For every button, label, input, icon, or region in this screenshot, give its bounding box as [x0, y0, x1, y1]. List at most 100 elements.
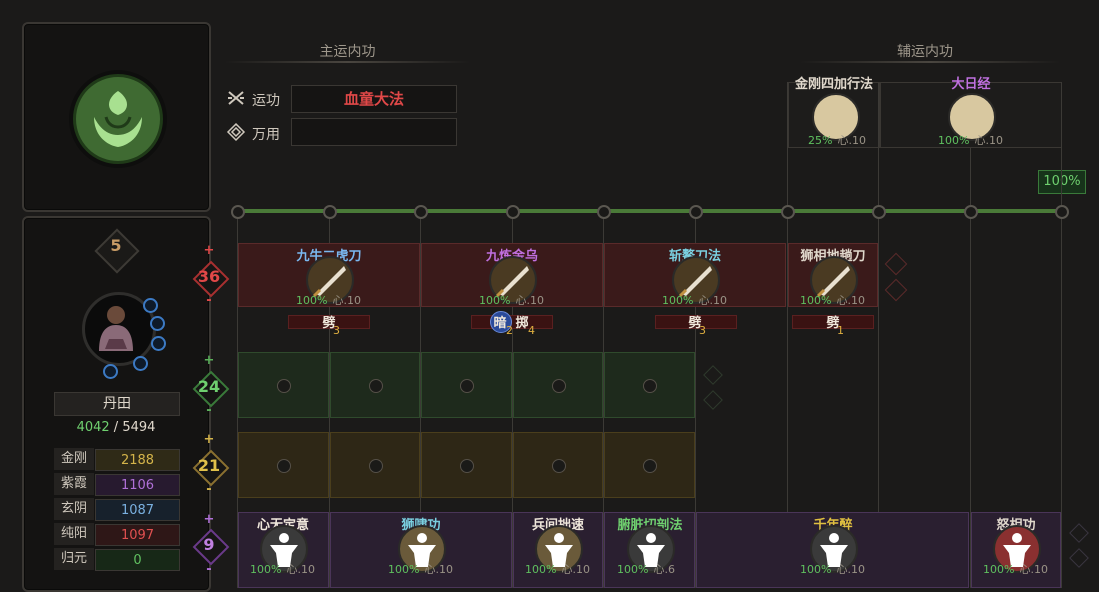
attack-type-count: 3: [333, 324, 340, 337]
main-section-divider: [225, 61, 470, 63]
orb-icon: [133, 356, 148, 371]
stat-row: 紫霞 1106: [54, 473, 180, 496]
dantian-max: 5494: [122, 420, 156, 435]
wanyong-label: 万用: [252, 127, 280, 143]
stat-row: 金刚 2188: [54, 448, 180, 471]
skill-pct: 100%: [296, 294, 328, 307]
purple-minus-button[interactable]: -: [201, 563, 217, 577]
rail-node: [689, 205, 703, 219]
yellow-minus-button[interactable]: -: [201, 483, 217, 497]
attack-type-count: 3: [699, 324, 706, 337]
rail-node: [872, 205, 886, 219]
aux-skill-stats: 100% 心.10: [938, 129, 1003, 148]
green-badge-value: 24: [197, 377, 221, 396]
skill-heart: 心.10: [332, 294, 362, 307]
skill-stats: 100% 心.10: [662, 289, 727, 308]
orb-icon: [143, 298, 158, 313]
purple-plus-button[interactable]: +: [201, 513, 217, 527]
red-plus-button[interactable]: +: [201, 244, 217, 258]
grid-line: [1061, 82, 1062, 588]
empty-slot-dot: [369, 379, 383, 393]
purple-empty-marker-icon: [1069, 523, 1089, 543]
aux-ratio-badge: 100%: [1038, 170, 1086, 194]
wanyong-field[interactable]: [291, 118, 457, 146]
yungong-label: 运功: [252, 93, 280, 109]
skill-stats: 100% 心.10: [983, 558, 1048, 577]
skill-pct: 100%: [617, 563, 649, 576]
rail-node: [506, 205, 520, 219]
stat-value: 1097: [95, 524, 180, 546]
rail-node: [231, 205, 245, 219]
aux-skill-name: 大日经: [951, 77, 991, 92]
rail-node: [597, 205, 611, 219]
skill-heart: 心.10: [286, 563, 316, 576]
skill-stats: 100% 心.10: [250, 558, 315, 577]
stat-value: 0: [95, 549, 180, 571]
attack-type-count: 4: [528, 324, 535, 337]
skill-pct: 100%: [479, 294, 511, 307]
orb-icon: [150, 316, 165, 331]
skill-heart: 心.10: [836, 294, 866, 307]
rail-node: [781, 205, 795, 219]
stat-row: 归元 0: [54, 548, 180, 571]
skill-pct: 100%: [800, 563, 832, 576]
skill-heart: 心.10: [836, 563, 866, 576]
dantian-separator: /: [109, 420, 123, 435]
green-column-badge: 24: [192, 370, 230, 408]
empty-slot-dot: [277, 459, 291, 473]
red-badge-value: 36: [197, 267, 221, 286]
aux-skill-name: 金刚四加行法: [794, 77, 873, 92]
skill-heart: 心.10: [515, 294, 545, 307]
stat-row: 纯阳 1097: [54, 523, 180, 546]
yungong-field[interactable]: 血童大法: [291, 85, 457, 113]
stat-value: 2188: [95, 449, 180, 471]
empty-slot-dot: [552, 459, 566, 473]
orb-icon: [151, 336, 166, 351]
stat-name: 金刚: [54, 448, 94, 470]
empty-slot-dot: [643, 459, 657, 473]
skill-heart: 心.10: [1019, 563, 1049, 576]
purple-badge-value: 9: [203, 535, 215, 554]
purple-empty-marker-icon: [1069, 548, 1089, 568]
red-minus-button[interactable]: -: [201, 294, 217, 308]
skill-stats: 100% 心.10: [479, 289, 544, 308]
skill-heart: 心.10: [561, 563, 591, 576]
skill-stats: 100% 心.10: [800, 558, 865, 577]
green-minus-button[interactable]: -: [201, 404, 217, 418]
skill-pct: 100%: [983, 563, 1015, 576]
skill-stats: 100% 心.10: [525, 558, 590, 577]
empty-slot-dot: [460, 459, 474, 473]
skill-stats: 100% 心.10: [296, 289, 361, 308]
stat-name: 紫霞: [54, 473, 94, 495]
yungong-icon: [226, 88, 246, 108]
skill-stats: 100% 心.6: [617, 558, 675, 577]
green-plus-button[interactable]: +: [201, 354, 217, 368]
aux-skill-heart: 心.10: [974, 134, 1004, 147]
skill-pct: 100%: [250, 563, 282, 576]
empty-slot-dot: [552, 379, 566, 393]
purple-column-badge: 9: [192, 528, 230, 566]
skill-heart: 心.6: [653, 563, 676, 576]
stat-value: 1106: [95, 474, 180, 496]
aux-skill-pct: 100%: [938, 134, 970, 147]
yellow-column-badge: 21: [192, 449, 230, 487]
dantian-value: 4042 / 5494: [54, 417, 178, 439]
aux-skill-stats: 25% 心.10: [808, 129, 866, 148]
skill-pct: 100%: [388, 563, 420, 576]
empty-slot-dot: [643, 379, 657, 393]
wanyong-icon: [226, 122, 246, 142]
stat-name: 纯阳: [54, 523, 94, 545]
rail-node: [414, 205, 428, 219]
orb-icon: [103, 364, 118, 379]
yellow-plus-button[interactable]: +: [201, 433, 217, 447]
red-column-badge: 36: [192, 260, 230, 298]
skill-pct: 100%: [662, 294, 694, 307]
empty-slot-dot: [460, 379, 474, 393]
dantian-current: 4042: [76, 420, 110, 435]
aux-section-title: 辅运内功: [897, 44, 953, 60]
empty-slot-dot: [277, 379, 291, 393]
sect-emblem-icon[interactable]: [73, 74, 163, 164]
green-empty-marker-icon: [703, 390, 723, 410]
skill-pct: 100%: [525, 563, 557, 576]
skill-heart: 心.10: [424, 563, 454, 576]
